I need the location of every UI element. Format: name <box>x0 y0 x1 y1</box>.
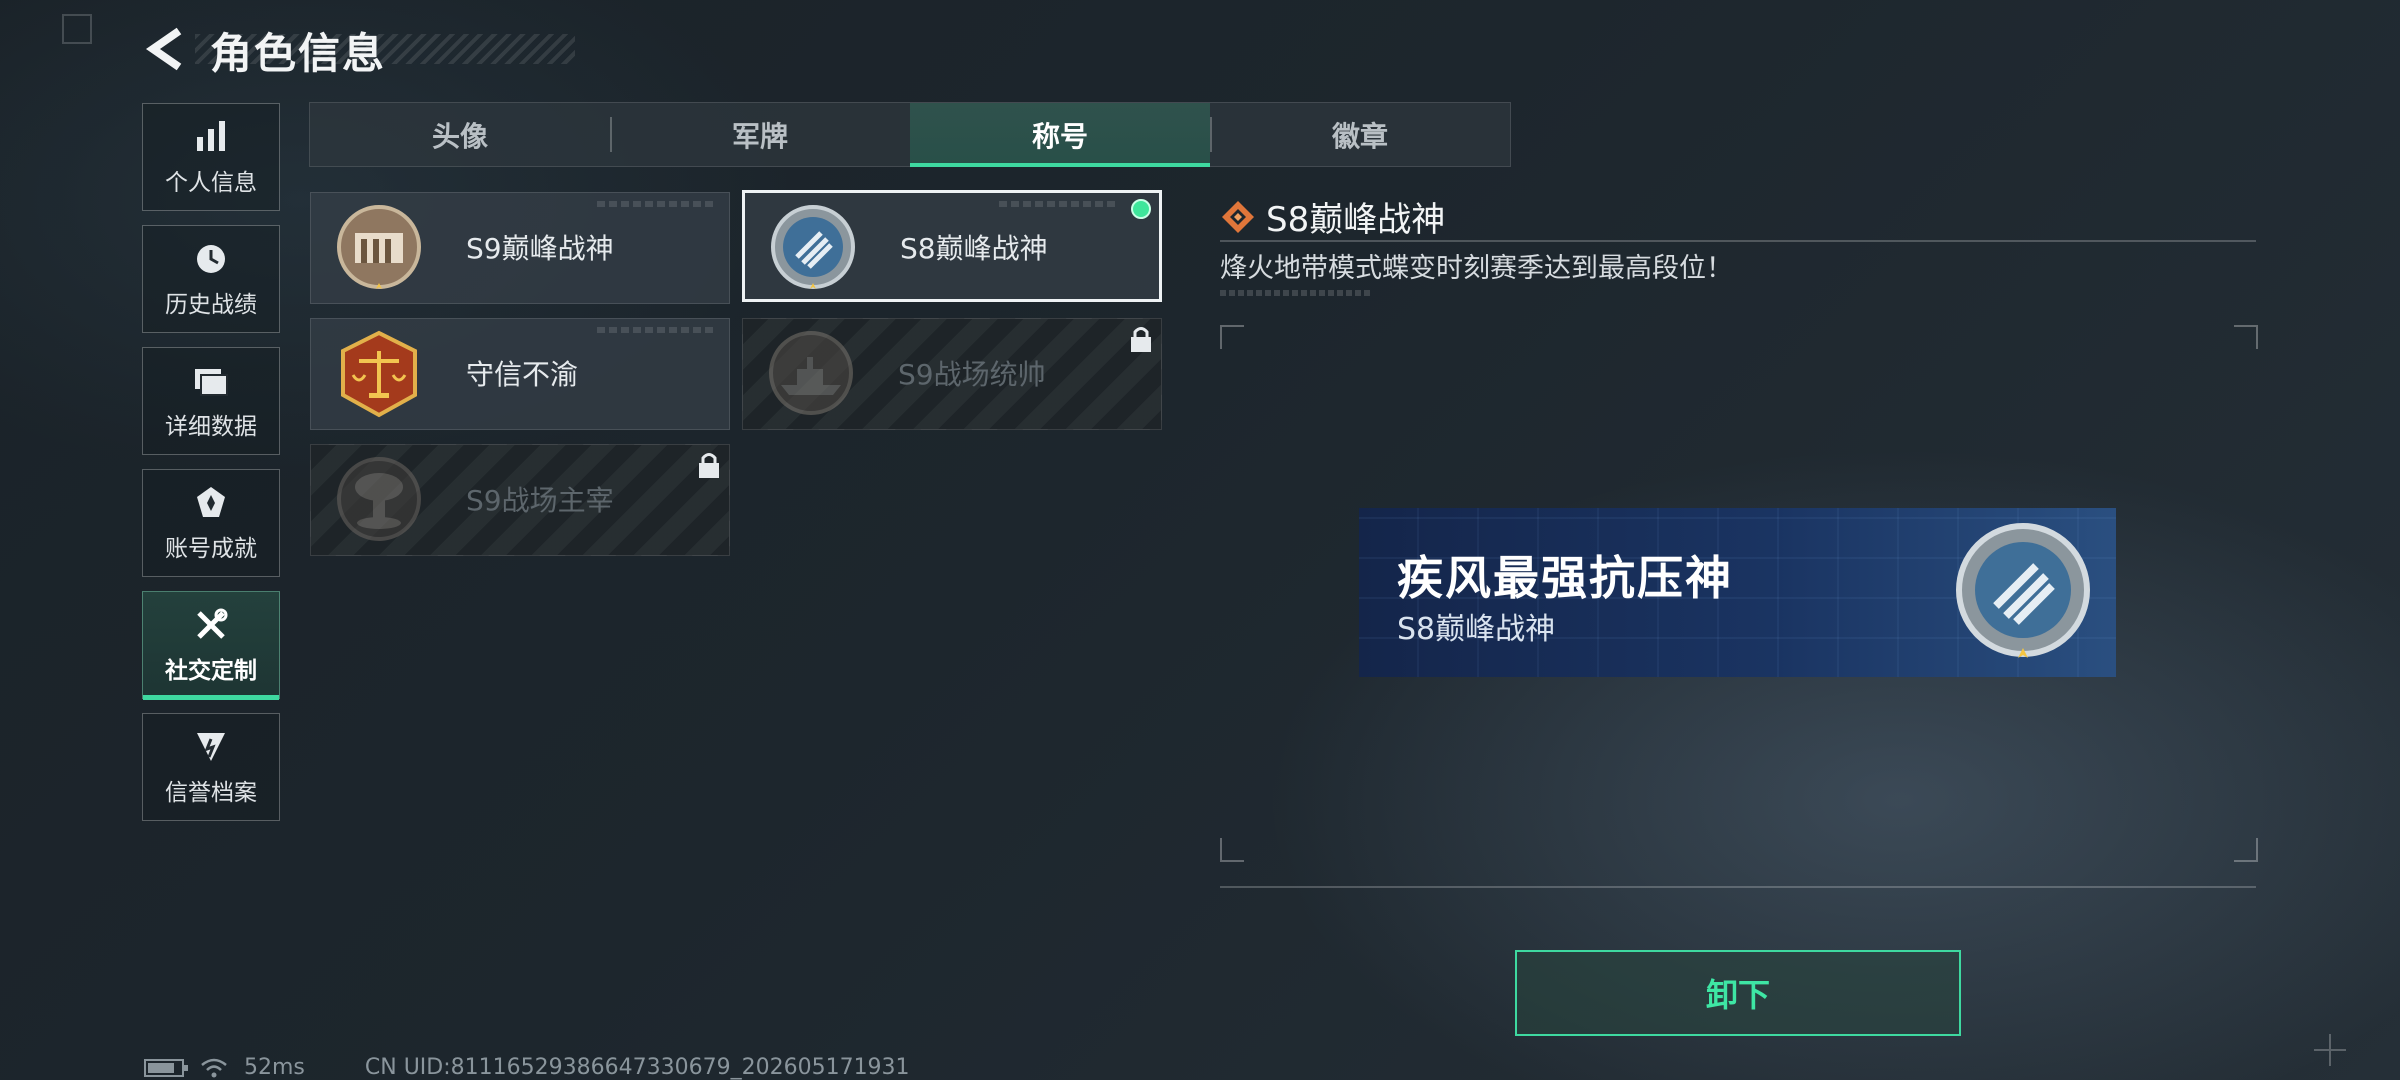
detail-title: S8巅峰战神 <box>1266 200 1446 240</box>
detail-header: S8巅峰战神 <box>1220 192 1445 241</box>
nav-item-detail-data[interactable]: 详细数据 <box>142 347 280 455</box>
page-title: 角色信息 <box>210 29 387 78</box>
title-card-keep-faith[interactable]: 守信不渝 <box>310 318 730 430</box>
title-card-label: S8巅峰战神 <box>900 232 1048 265</box>
nav-label: 账号成就 <box>165 536 257 562</box>
warship-emblem-icon <box>769 331 853 415</box>
fortress-emblem-icon <box>337 205 421 289</box>
title-card-s9-peak[interactable]: S9巅峰战神 <box>310 192 730 304</box>
title-card-s8-peak[interactable]: S8巅峰战神 <box>742 190 1162 302</box>
nav-label: 信誉档案 <box>165 780 257 806</box>
nav-label: 社交定制 <box>165 658 257 684</box>
nav-label: 个人信息 <box>165 170 257 196</box>
history-clock-icon <box>197 245 225 273</box>
title-card-label: S9巅峰战神 <box>466 232 614 265</box>
tab-badge[interactable]: 徽章 <box>1210 103 1510 166</box>
frame-corner <box>1220 325 1244 349</box>
nav-item-achievements[interactable]: 账号成就 <box>142 469 280 577</box>
nav-item-social-custom[interactable]: 社交定制 <box>142 591 280 700</box>
title-preview-banner: 疾风最强抗压神 S8巅峰战神 <box>1359 508 2116 677</box>
micro-decoration <box>1220 290 1370 296</box>
status-bar: 52ms CN UID:81116529386647330679_2026051… <box>144 1055 910 1080</box>
card-decoration <box>999 201 1119 207</box>
credit-shield-icon <box>197 733 225 761</box>
scales-emblem-icon <box>341 330 417 418</box>
folders-icon <box>195 369 228 396</box>
laurel-blue-emblem-icon <box>771 205 855 289</box>
mushroom-cloud-emblem-icon <box>337 457 421 541</box>
wifi-icon <box>201 1058 227 1077</box>
crosshair-icon <box>2314 1034 2346 1066</box>
nav-item-personal-info[interactable]: 个人信息 <box>142 103 280 211</box>
title-card-s9-commander[interactable]: S9战场统帅 <box>742 318 1162 430</box>
uid-text: CN UID:81116529386647330679_202605171931 <box>364 1055 910 1080</box>
unequip-button[interactable]: 卸下 <box>1515 950 1961 1036</box>
nav-item-credit-record[interactable]: 信誉档案 <box>142 713 280 821</box>
battery-icon <box>144 1058 188 1077</box>
equipped-indicator <box>1131 199 1151 219</box>
title-card-label: 守信不渝 <box>466 358 579 391</box>
bar-chart-icon <box>197 121 225 151</box>
ping-readout: 52ms <box>244 1055 305 1080</box>
divider <box>1220 240 2256 242</box>
banner-player-name: 疾风最强抗压神 <box>1397 551 1733 605</box>
back-arrow-icon <box>145 27 182 71</box>
banner-title: S8巅峰战神 <box>1397 612 1556 647</box>
card-decoration <box>597 201 717 207</box>
nav-label: 历史战绩 <box>165 292 257 318</box>
laurel-blue-emblem-icon <box>1956 523 2090 658</box>
nav-label: 详细数据 <box>165 414 257 440</box>
corner-marker <box>62 14 92 44</box>
title-card-s9-dominator[interactable]: S9战场主宰 <box>310 444 730 556</box>
title-card-label: S9战场主宰 <box>466 484 614 517</box>
category-tabs: 头像 军牌 称号 徽章 <box>309 102 1511 167</box>
tab-military-tag[interactable]: 军牌 <box>610 103 910 166</box>
divider <box>1220 886 2256 888</box>
lock-icon <box>1131 327 1151 352</box>
frame-corner <box>2234 838 2258 862</box>
detail-description: 烽火地带模式蝶变时刻赛季达到最高段位！ <box>1220 253 1733 284</box>
lock-icon <box>699 453 719 478</box>
back-button[interactable] <box>140 24 190 74</box>
title-card-label: S9战场统帅 <box>898 358 1046 391</box>
frame-corner <box>1220 838 1244 862</box>
achievement-badge-icon <box>197 487 225 517</box>
nav-item-history[interactable]: 历史战绩 <box>142 225 280 333</box>
tab-title[interactable]: 称号 <box>910 103 1210 167</box>
frame-corner <box>2234 325 2258 349</box>
diamond-rank-icon <box>1222 200 1254 233</box>
tools-wrench-icon <box>197 608 228 639</box>
tab-avatar[interactable]: 头像 <box>310 103 610 166</box>
card-decoration <box>597 327 717 333</box>
